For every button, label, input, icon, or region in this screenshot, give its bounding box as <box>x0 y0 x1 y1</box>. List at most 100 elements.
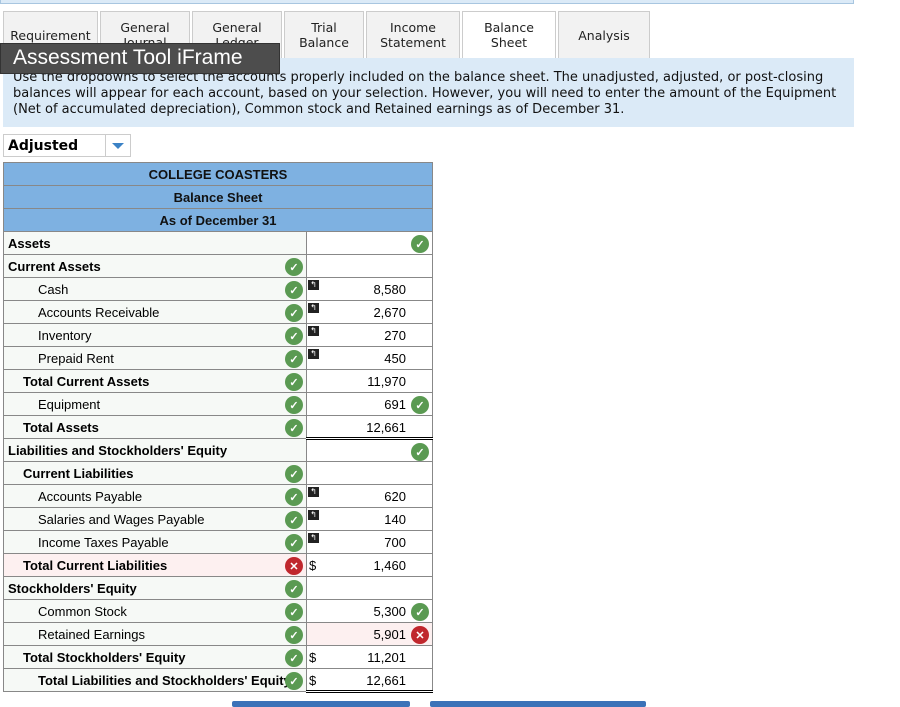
top-banner <box>0 0 854 4</box>
correct-check-icon: ✓ <box>285 396 303 414</box>
correct-check-icon: ✓ <box>285 580 303 598</box>
account-select[interactable]: Total Current Liabilities ✕ <box>3 553 307 577</box>
account-select[interactable]: Total Current Assets ✓ <box>3 369 307 393</box>
amount-cell[interactable]: ✓ <box>306 231 433 255</box>
correct-check-icon: ✓ <box>285 626 303 644</box>
account-label: Total Liabilities and Stockholders' Equi… <box>38 672 291 688</box>
amount-cell: $12,661 <box>306 668 433 693</box>
account-label: Liabilities and Stockholders' Equity <box>8 442 228 458</box>
amount-value: 12,661 <box>366 673 406 688</box>
correct-check-icon: ✓ <box>285 603 303 621</box>
account-select[interactable]: Current Liabilities ✓ <box>3 461 307 485</box>
undo-arrow-icon[interactable]: ↰ <box>308 510 319 520</box>
amount-cell: ↰ 270 <box>306 323 433 347</box>
correct-check-icon: ✓ <box>411 396 429 414</box>
correct-check-icon: ✓ <box>411 443 429 461</box>
account-label: Inventory <box>38 327 92 343</box>
account-select[interactable]: Current Assets ✓ <box>3 254 307 278</box>
correct-check-icon: ✓ <box>411 235 429 253</box>
dollar-sign: $ <box>309 650 317 665</box>
amount-cell: ↰ 700 <box>306 530 433 554</box>
amount-value: 11,970 <box>367 374 406 389</box>
table-row: Accounts Receivable ✓ ↰ 2,670 <box>3 300 433 324</box>
chevron-down-icon[interactable] <box>105 135 130 156</box>
undo-arrow-icon[interactable]: ↰ <box>308 533 319 543</box>
correct-check-icon: ✓ <box>285 327 303 345</box>
amount-value: 2,670 <box>373 305 406 320</box>
table-row: Current Assets ✓ <box>3 254 433 278</box>
amount-cell[interactable]: 691 ✓ <box>306 392 433 416</box>
account-select[interactable]: Liabilities and Stockholders' Equity <box>3 438 307 462</box>
correct-check-icon: ✓ <box>285 281 303 299</box>
amount-cell: $1,460 <box>306 553 433 577</box>
account-label: Common Stock <box>38 603 127 619</box>
account-select[interactable]: Equipment ✓ <box>3 392 307 416</box>
table-row: Total Liabilities and Stockholders' Equi… <box>3 668 433 693</box>
incorrect-icon: ✕ <box>411 626 429 644</box>
account-label: Income Taxes Payable <box>38 534 169 550</box>
tab-income-statement[interactable]: Income Statement <box>366 11 460 58</box>
correct-check-icon: ✓ <box>285 258 303 276</box>
amount-value: 700 <box>384 535 406 550</box>
sheet-title: Balance Sheet <box>3 185 433 209</box>
correct-check-icon: ✓ <box>285 304 303 322</box>
account-select[interactable]: Retained Earnings ✓ <box>3 622 307 646</box>
account-select[interactable]: Total Stockholders' Equity ✓ <box>3 645 307 669</box>
amount-cell[interactable]: ✓ <box>306 438 433 462</box>
account-select[interactable]: Stockholders' Equity ✓ <box>3 576 307 600</box>
account-label: Current Liabilities <box>23 465 134 481</box>
account-select[interactable]: Cash ✓ <box>3 277 307 301</box>
account-select[interactable]: Total Liabilities and Stockholders' Equi… <box>3 668 307 692</box>
amount-cell: 12,661 <box>306 415 433 440</box>
table-row: Accounts Payable ✓ ↰ 620 <box>3 484 433 508</box>
account-label: Cash <box>38 281 69 297</box>
amount-cell[interactable]: 5,901 ✕ <box>306 622 433 646</box>
amount-value: 11,201 <box>367 650 406 665</box>
amount-value: 691 <box>384 397 406 412</box>
account-label: Retained Earnings <box>38 626 145 642</box>
tab-balance-sheet[interactable]: Balance Sheet <box>462 11 556 58</box>
table-row: Equipment ✓ 691 ✓ <box>3 392 433 416</box>
account-select[interactable]: Common Stock ✓ <box>3 599 307 623</box>
amount-cell: 11,970 <box>306 369 433 393</box>
undo-arrow-icon[interactable]: ↰ <box>308 326 319 336</box>
account-select[interactable]: Accounts Payable ✓ <box>3 484 307 508</box>
account-select[interactable]: Income Taxes Payable ✓ <box>3 530 307 554</box>
amount-cell: $11,201 <box>306 645 433 669</box>
amount-cell[interactable]: 5,300 ✓ <box>306 599 433 623</box>
amount-value: 270 <box>384 328 406 343</box>
balance-type-value: Adjusted <box>8 137 79 154</box>
account-select[interactable]: Accounts Receivable ✓ <box>3 300 307 324</box>
account-label: Equipment <box>38 396 101 412</box>
account-select[interactable]: Salaries and Wages Payable ✓ <box>3 507 307 531</box>
amount-cell: ↰ 8,580 <box>306 277 433 301</box>
account-label: Total Current Liabilities <box>23 557 168 573</box>
tab-label: Balance Sheet <box>463 12 555 58</box>
account-select[interactable]: Assets <box>3 231 307 255</box>
tab-trial-balance[interactable]: Trial Balance <box>284 11 364 58</box>
tab-analysis[interactable]: Analysis <box>558 11 650 58</box>
correct-check-icon: ✓ <box>285 534 303 552</box>
next-button[interactable] <box>430 701 646 707</box>
amount-value: 450 <box>384 351 406 366</box>
correct-check-icon: ✓ <box>285 672 303 690</box>
account-label: Accounts Payable <box>38 488 143 504</box>
account-label: Total Assets <box>23 419 99 435</box>
account-select[interactable]: Total Assets ✓ <box>3 415 307 439</box>
account-select[interactable]: Prepaid Rent ✓ <box>3 346 307 370</box>
account-select[interactable]: Inventory ✓ <box>3 323 307 347</box>
account-label: Accounts Receivable <box>38 304 160 320</box>
balance-type-select[interactable]: Adjusted <box>3 134 131 157</box>
table-row: Cash ✓ ↰ 8,580 <box>3 277 433 301</box>
prev-button[interactable] <box>232 701 410 707</box>
amount-value: 620 <box>384 489 406 504</box>
undo-arrow-icon[interactable]: ↰ <box>308 349 319 359</box>
table-row: Total Stockholders' Equity ✓ $11,201 <box>3 645 433 669</box>
undo-arrow-icon[interactable]: ↰ <box>308 303 319 313</box>
table-row: Stockholders' Equity ✓ <box>3 576 433 600</box>
undo-arrow-icon[interactable]: ↰ <box>308 280 319 290</box>
table-row: Total Current Liabilities ✕ $1,460 <box>3 553 433 577</box>
undo-arrow-icon[interactable]: ↰ <box>308 487 319 497</box>
amount-value: 12,661 <box>366 420 406 435</box>
correct-check-icon: ✓ <box>285 511 303 529</box>
